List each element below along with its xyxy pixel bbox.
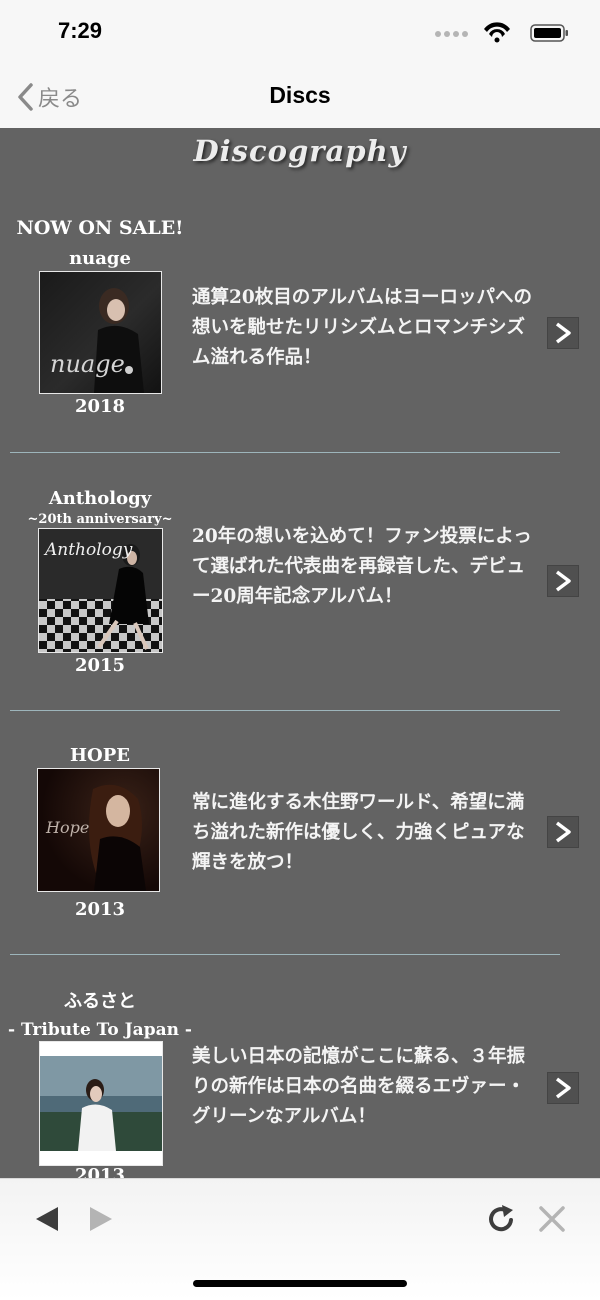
disc-detail-button[interactable] xyxy=(547,565,579,597)
disc-description: 美しい日本の記憶がここに蘇る、３年振りの新作は日本の名曲を綴るエヴァー・グリーン… xyxy=(192,1046,526,1127)
disc-year: 2018 xyxy=(74,396,126,417)
cover-art: Hope xyxy=(45,784,146,891)
album-cover-hope[interactable]: Hope xyxy=(37,768,160,892)
reload-icon xyxy=(489,1205,513,1232)
disc-detail-button[interactable] xyxy=(547,1072,579,1104)
disc-title: nuage xyxy=(69,248,131,269)
signal-icon xyxy=(435,31,468,37)
cover-art: nuage xyxy=(50,288,144,393)
toolbar-back-button[interactable] xyxy=(32,1203,64,1235)
disc-year: 2013 xyxy=(74,899,126,920)
reload-button[interactable] xyxy=(486,1203,518,1235)
divider xyxy=(10,710,560,711)
disc-description: 20年の想いを込めて！ファン投票によって選ばれた代表曲を再録音した、デビュー20… xyxy=(192,526,532,607)
chevron-right-icon xyxy=(555,821,571,843)
cover-art: Anthology xyxy=(39,529,162,652)
album-cover-furusato[interactable] xyxy=(39,1041,163,1166)
triangle-right-icon xyxy=(90,1207,112,1231)
disc-title: Anthology xyxy=(48,488,152,509)
chevron-right-icon xyxy=(555,322,571,344)
browser-toolbar xyxy=(0,1178,600,1300)
close-button[interactable] xyxy=(536,1203,568,1235)
status-bar: 7:29 xyxy=(0,0,600,66)
disc-title: ふるさと xyxy=(64,991,136,1012)
disc-description: 常に進化する木住野ワールド、希望に満ち溢れた新作は優しく、力強くピュアな輝きを放… xyxy=(192,792,525,873)
page-title: Discs xyxy=(269,82,331,108)
home-indicator xyxy=(193,1280,407,1287)
disc-title: HOPE xyxy=(70,745,130,766)
close-icon xyxy=(539,1206,565,1232)
chevron-right-icon xyxy=(555,1077,571,1099)
cover-title: Hope xyxy=(45,818,89,837)
wifi-icon xyxy=(484,22,510,43)
web-content[interactable]: Discography NOW ON SALE! nuage nuage 201… xyxy=(0,128,600,1178)
album-cover-anthology[interactable]: Anthology xyxy=(38,528,163,653)
now-on-sale-label: NOW ON SALE! xyxy=(16,217,184,239)
disc-subtitle: ~20th anniversary~ xyxy=(27,512,173,527)
disc-detail-button[interactable] xyxy=(547,317,579,349)
cover-title: nuage xyxy=(50,350,125,378)
triangle-left-icon xyxy=(36,1207,58,1231)
navigation-bar: 戻る Discs xyxy=(0,66,600,129)
cover-title: Anthology xyxy=(43,540,133,560)
status-icons xyxy=(435,22,568,43)
album-cover-nuage[interactable]: nuage xyxy=(39,271,162,394)
chevron-right-icon xyxy=(555,570,571,592)
disc-detail-button[interactable] xyxy=(547,816,579,848)
divider xyxy=(10,954,560,955)
disc-year: 2013 xyxy=(74,1165,126,1178)
toolbar-forward-button[interactable] xyxy=(86,1203,118,1235)
cover-art xyxy=(40,1056,162,1151)
disc-year: 2015 xyxy=(74,655,126,676)
disc-description: 通算20枚目のアルバムはヨーロッパへの想いを馳せたリリシズムとロマンチシズム溢れ… xyxy=(192,287,533,368)
status-time: 7:29 xyxy=(58,18,103,43)
divider xyxy=(10,452,560,453)
battery-icon xyxy=(530,24,568,42)
discography-heading: Discography xyxy=(193,134,407,168)
disc-subtitle: - Tribute To Japan - xyxy=(8,1020,192,1040)
